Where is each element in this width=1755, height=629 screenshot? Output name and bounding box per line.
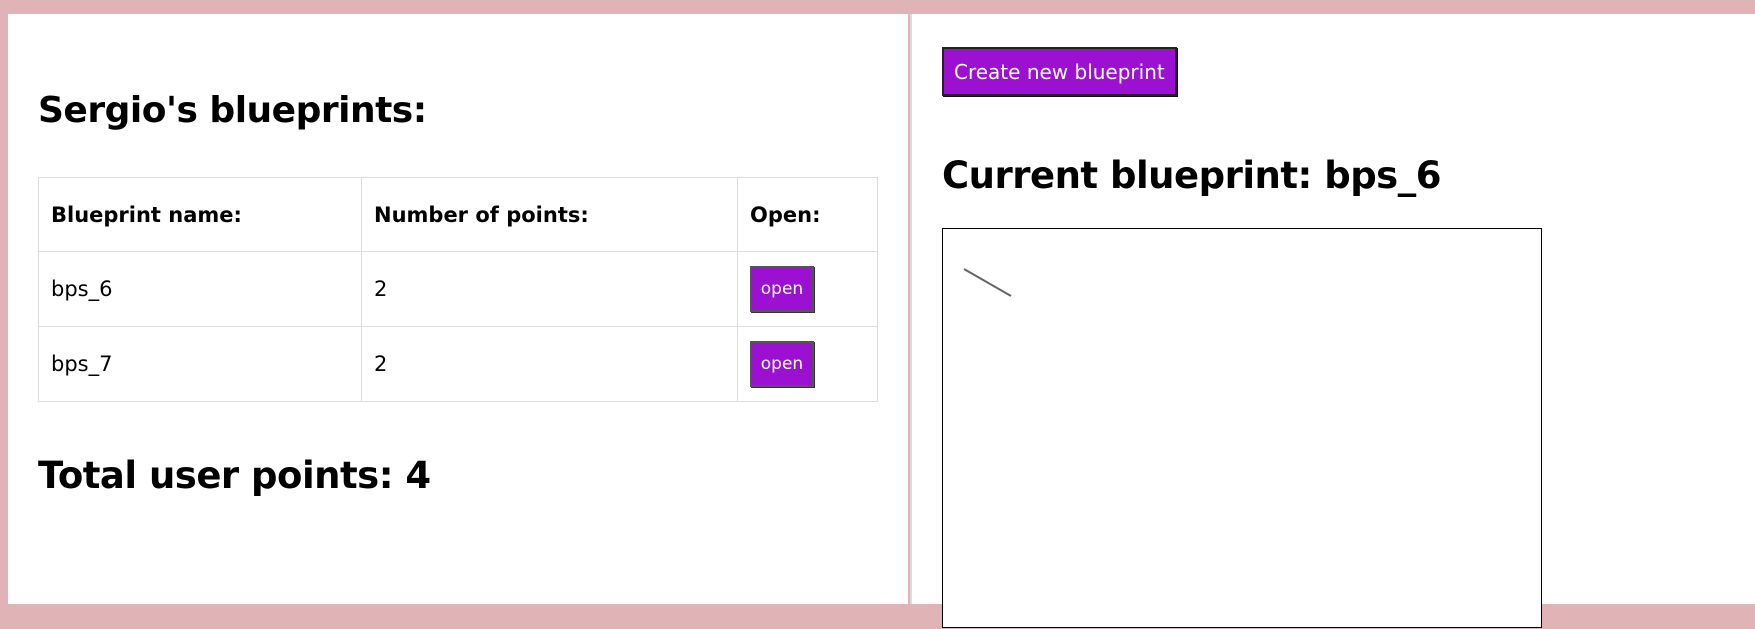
total-user-points: Total user points: 4: [38, 454, 431, 497]
blueprint-canvas[interactable]: [942, 228, 1542, 628]
column-header-points: Number of points:: [361, 177, 738, 252]
blueprints-panel: Sergio's blueprints: Blueprint name: Num…: [8, 14, 908, 604]
create-blueprint-button[interactable]: Create new blueprint: [942, 47, 1177, 96]
blueprint-name-cell: bps_7: [38, 326, 362, 402]
table-header-row: Blueprint name: Number of points: Open:: [38, 177, 878, 252]
open-button[interactable]: open: [750, 341, 814, 387]
canvas-drawing: [963, 268, 1012, 297]
blueprint-editor-panel: Create new blueprint Current blueprint: …: [910, 14, 1755, 628]
page-title: Sergio's blueprints:: [38, 90, 427, 131]
blueprints-table: Blueprint name: Number of points: Open: …: [38, 177, 878, 402]
blueprint-points-cell: 2: [361, 251, 738, 327]
current-blueprint-title: Current blueprint: bps_6: [942, 154, 1441, 197]
open-cell: open: [737, 251, 878, 327]
open-button[interactable]: open: [750, 266, 814, 312]
table-row: bps_7 2 open: [38, 326, 878, 402]
table-row: bps_6 2 open: [38, 251, 878, 327]
column-header-name: Blueprint name:: [38, 177, 362, 252]
blueprint-points-cell: 2: [361, 326, 738, 402]
open-cell: open: [737, 326, 878, 402]
blueprint-name-cell: bps_6: [38, 251, 362, 327]
column-header-open: Open:: [737, 177, 878, 252]
blueprint-segment: [963, 268, 1012, 297]
